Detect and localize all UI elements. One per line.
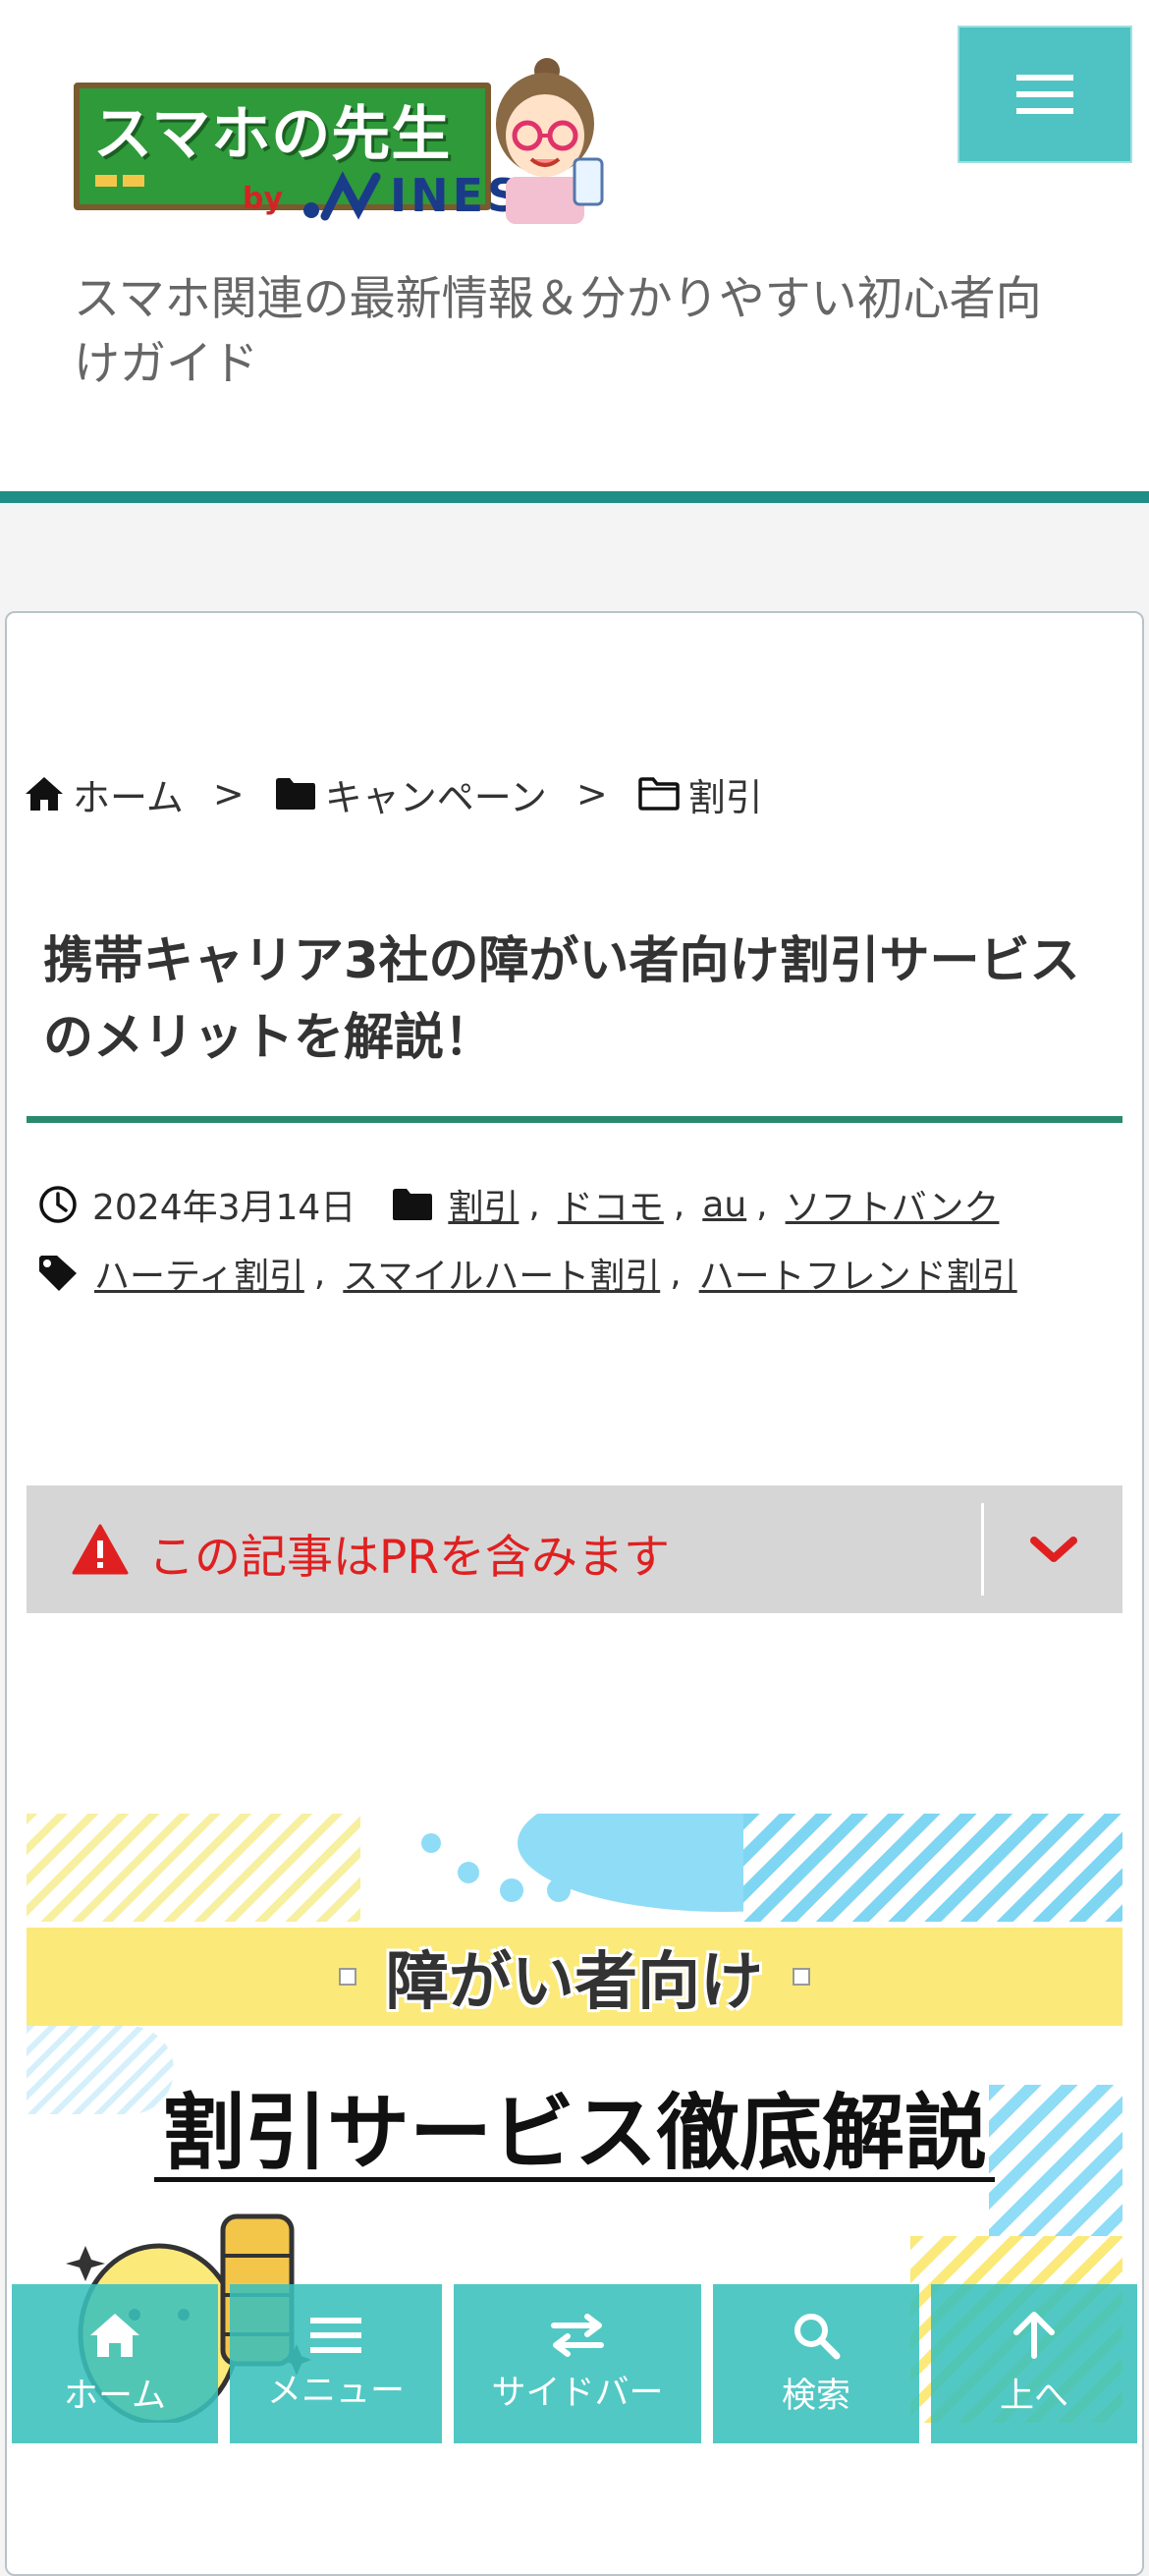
band-dot xyxy=(793,1968,810,1986)
decor-dots-icon xyxy=(421,1833,606,1902)
logo-by-text: by xyxy=(243,182,284,216)
warning-icon xyxy=(72,1524,129,1575)
logo-chalk xyxy=(123,175,144,187)
logo-chalk xyxy=(95,175,117,187)
teacher-illustration-icon xyxy=(496,58,604,224)
banner-headline: 割引サービス徹底解説 xyxy=(161,2085,987,2181)
folder-open-icon xyxy=(637,777,680,811)
breadcrumb-category-label: キャンペーン xyxy=(324,775,547,819)
band-dot xyxy=(339,1968,356,1986)
brand-mark-icon xyxy=(303,171,381,221)
menu-button[interactable] xyxy=(958,26,1132,163)
category-link[interactable]: ソフトバンク xyxy=(786,1179,1000,1230)
headline-underline xyxy=(154,2177,995,2182)
nav-home-label: ホーム xyxy=(64,2376,166,2416)
site-tagline: スマホ関連の最新情報＆分かりやすい初心者向けガイド xyxy=(74,272,1042,391)
breadcrumb-separator: > xyxy=(575,772,608,815)
nav-menu-button[interactable]: メニュー xyxy=(230,2284,442,2443)
breadcrumb-home-label: ホーム xyxy=(73,775,184,819)
category-link[interactable]: au xyxy=(702,1185,746,1225)
nav-search-label: 検索 xyxy=(781,2376,850,2416)
post-date: 2024年3月14日 xyxy=(92,1188,356,1228)
breadcrumb-category[interactable]: キャンペーン xyxy=(274,767,547,821)
pr-notice-text: この記事はPRを含みます xyxy=(148,1531,670,1585)
site-header: スマホの先生 by INEST スマホ関連の最新情報＆分かりやすい初心者向けガイ… xyxy=(0,0,1149,491)
breadcrumb-current[interactable]: 割引 xyxy=(637,767,763,821)
decor-stripe xyxy=(743,1814,1122,1922)
category-link[interactable]: ドコモ xyxy=(558,1179,664,1230)
separator-comma: , xyxy=(756,1184,768,1225)
site-logo[interactable]: スマホの先生 by INEST xyxy=(74,57,609,234)
decor-stripe xyxy=(27,1814,360,1922)
nav-search-button[interactable]: 検索 xyxy=(713,2284,919,2443)
search-icon xyxy=(794,2313,841,2359)
article-meta: 2024年3月14日 割引 , ドコモ , au , ソフトバンク xyxy=(37,1175,999,1234)
separator-comma: , xyxy=(673,1184,685,1225)
home-icon xyxy=(26,777,63,811)
nav-sidebar-label: サイドバー xyxy=(491,2373,664,2413)
pr-toggle-button[interactable] xyxy=(984,1485,1122,1613)
tag-link[interactable]: ハーティ割引 xyxy=(94,1248,304,1299)
chevron-down-icon xyxy=(1029,1537,1077,1562)
breadcrumb-current-label: 割引 xyxy=(687,775,763,819)
breadcrumb-home[interactable]: ホーム xyxy=(24,767,184,821)
category-link[interactable]: 割引 xyxy=(448,1179,519,1230)
breadcrumb: ホーム > キャンペーン > 割引 xyxy=(24,766,763,821)
tag-link[interactable]: ハートフレンド割引 xyxy=(699,1248,1017,1299)
article-tags: ハーティ割引 , スマイルハート割引 , ハートフレンド割引 xyxy=(37,1244,1017,1303)
nav-top-button[interactable]: 上へ xyxy=(931,2284,1137,2443)
bottom-navigation: ホーム メニュー サイドバー 検索 上へ xyxy=(0,2284,1149,2451)
clock-icon xyxy=(39,1186,77,1223)
swap-icon xyxy=(551,2313,604,2357)
pr-notice[interactable]: この記事はPRを含みます xyxy=(27,1485,1122,1613)
separator-comma: , xyxy=(528,1184,540,1225)
folder-icon xyxy=(393,1189,433,1220)
separator-comma: , xyxy=(670,1253,682,1294)
band-title: 障がい者向け xyxy=(27,1928,1122,2026)
home-icon xyxy=(90,2313,139,2357)
band-title-text: 障がい者向け xyxy=(386,1946,763,2019)
nav-menu-label: メニュー xyxy=(266,2371,405,2411)
nav-home-button[interactable]: ホーム xyxy=(12,2284,218,2443)
hamburger-icon xyxy=(1016,75,1073,114)
header-divider xyxy=(0,491,1149,503)
arrow-up-icon xyxy=(1013,2311,1055,2359)
separator-comma: , xyxy=(313,1253,326,1294)
title-underline xyxy=(27,1116,1122,1123)
hamburger-icon xyxy=(310,2317,361,2353)
logo-main-text: スマホの先生 xyxy=(93,100,452,169)
nav-top-label: 上へ xyxy=(999,2376,1068,2416)
folder-icon xyxy=(275,778,315,810)
tag-link[interactable]: スマイルハート割引 xyxy=(343,1248,660,1299)
nav-sidebar-button[interactable]: サイドバー xyxy=(454,2284,701,2443)
breadcrumb-separator: > xyxy=(212,772,245,815)
article-title: 携帯キャリア3社の障がい者向け割引サービスのメリットを解説！ xyxy=(43,932,1080,1067)
tag-icon xyxy=(39,1256,77,1291)
